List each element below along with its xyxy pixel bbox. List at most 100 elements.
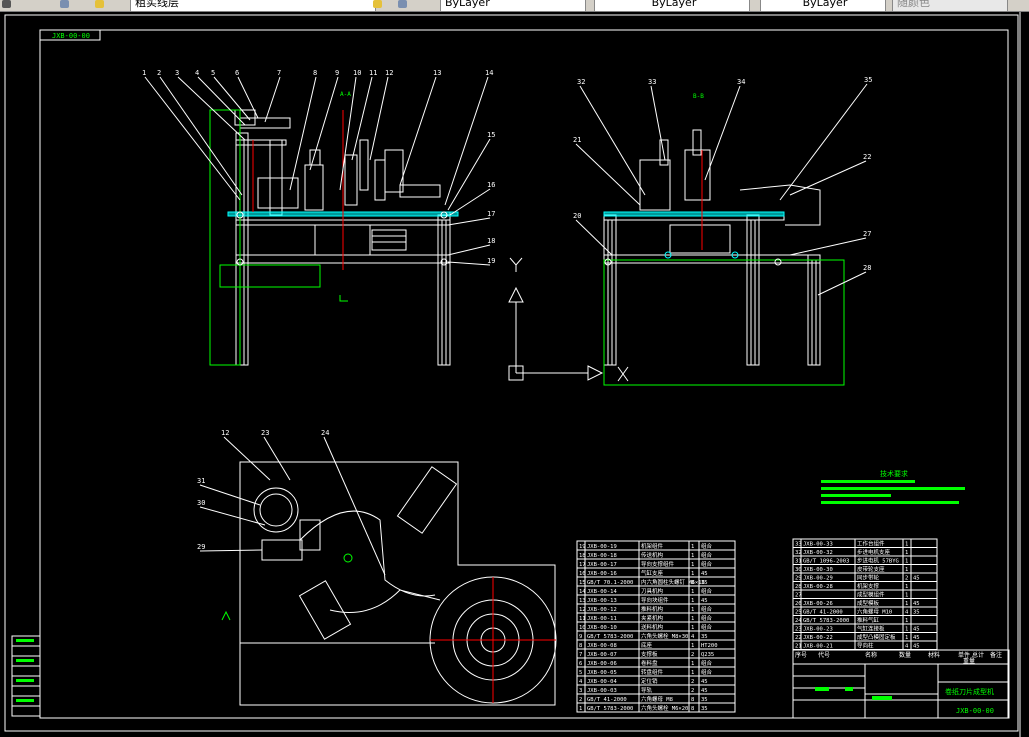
table-cell: 7 (579, 652, 582, 658)
color-select[interactable]: ByLayer (440, 0, 586, 11)
table-cell: 夹紧机构 (641, 614, 664, 622)
table-cell: 1 (905, 635, 908, 641)
table-cell: 45 (913, 601, 920, 607)
balloon-label: 11 (369, 69, 377, 77)
table-cell: 组合 (701, 542, 713, 550)
balloon-label: 7 (277, 69, 281, 77)
table-cell: 13 (579, 598, 586, 604)
table-cell: JXB-00-17 (587, 562, 617, 568)
table-cell: HT200 (701, 643, 718, 649)
table-cell: 31 (795, 559, 802, 565)
table-cell: 1 (579, 706, 582, 712)
leader-line (447, 217, 491, 226)
title-code: JXB-00-00 (956, 707, 994, 715)
table-cell: JXB-00-29 (803, 576, 833, 582)
table-cell: 气缸连接板 (857, 625, 885, 633)
table-cell: JXB-00-12 (587, 607, 617, 613)
table-cell: JXB-00-22 (803, 635, 833, 641)
table-cell: 1 (905, 618, 908, 624)
table-cell: GB/T 5783-2000 (587, 706, 633, 712)
layer-select[interactable]: 粗实线层 (130, 0, 376, 11)
table-cell: JXB-00-28 (803, 584, 833, 590)
top-view-balloons: 12 23 24 31 30 29 (197, 429, 386, 576)
table-cell: 2 (691, 679, 694, 685)
table-cell: 转盘组件 (641, 668, 664, 676)
table-cell: 1 (691, 562, 694, 568)
make-current-layer-icon[interactable] (373, 0, 382, 8)
table-cell: 1 (691, 670, 694, 676)
table-cell: 卷料盘 (641, 659, 658, 667)
leader-line (177, 76, 246, 141)
table-cell: 组合 (701, 560, 713, 568)
layer-manager-icon[interactable] (2, 0, 11, 8)
ucs-icon (508, 257, 629, 382)
balloon-label: 34 (737, 78, 745, 86)
header-name: 名称 (865, 651, 877, 659)
table-cell: 35 (701, 634, 708, 640)
table-cell: 30 (795, 567, 802, 573)
table-cell: 19 (579, 544, 586, 550)
table-cell: 1 (691, 616, 694, 622)
table-cell: JXB-00-14 (587, 589, 617, 595)
header-qty: 数量 (899, 651, 911, 659)
table-cell: 六角头螺栓 M6×20 (641, 704, 688, 712)
table-cell: 六角头螺栓 M8×30 (641, 632, 688, 640)
table-cell: 同步带轮 (857, 574, 880, 582)
table-cell: 32 (795, 550, 802, 556)
table-cell: JXB-00-18 (587, 553, 617, 559)
table-cell: 导向支撑组件 (641, 560, 675, 568)
table-cell: 内六角圆柱头螺钉 M6×16 (641, 578, 705, 586)
balloon-label: 12 (221, 429, 229, 437)
table-cell: 导向块组件 (641, 596, 669, 604)
leader-line (817, 271, 867, 296)
table-cell: 组合 (701, 614, 713, 622)
table-cell: 10 (579, 625, 586, 631)
table-cell: 8 (691, 706, 694, 712)
table-cell: JXB-00-19 (587, 544, 617, 550)
leader-line (444, 76, 489, 206)
lineweight-select[interactable]: ByLayer (760, 0, 886, 11)
leader-line (399, 76, 437, 186)
table-cell: 1 (905, 601, 908, 607)
drawing-canvas[interactable]: JXB-00-00 1 2 3 4 5 6 7 8 9 10 11 12 13 141516171819 … (0, 12, 1029, 737)
table-cell: 45 (913, 576, 920, 582)
leader-line (351, 76, 373, 161)
linetype-select[interactable]: ByLayer (594, 0, 750, 11)
top-view (221, 461, 557, 706)
table-cell: 步进电机支座 (857, 548, 891, 556)
table-cell: 1 (691, 598, 694, 604)
plot-style-select[interactable]: 随颜色 (892, 0, 1008, 11)
table-cell: 28 (795, 584, 802, 590)
table-cell: 35 (701, 580, 708, 586)
table-cell: JXB-00-08 (587, 643, 617, 649)
balloon-label: 8 (313, 69, 317, 77)
leader-line (264, 76, 281, 123)
table-cell: 气缸支座 (641, 569, 664, 577)
table-cell: JXB-00-05 (587, 670, 617, 676)
table-cell: 推料机构 (641, 605, 664, 613)
table-cell: 18 (579, 553, 586, 559)
table-cell: JXB-00-32 (803, 550, 833, 556)
table-cell: 导向柱 (857, 642, 874, 650)
title-block: 卷纸刀片成型机 JXB-00-00 (792, 663, 1010, 719)
leader-line (575, 143, 641, 206)
leader-line (263, 436, 291, 481)
table-cell: 组合 (701, 551, 713, 559)
table-cell: GB/T 41-2000 (587, 697, 627, 703)
table-cell: JXB-00-13 (587, 598, 617, 604)
table-cell: 1 (905, 550, 908, 556)
table-cell: 4 (905, 610, 909, 616)
layer-state-icon[interactable] (60, 0, 69, 8)
layer-previous-icon[interactable] (398, 0, 407, 8)
front-view (209, 109, 459, 366)
layer-sun-icon[interactable] (95, 0, 104, 8)
balloon-label: 31 (197, 477, 205, 485)
table-cell: 支撑板 (641, 650, 658, 658)
table-cell: 成型模组件 (857, 591, 885, 599)
table-cell: 35 (913, 610, 920, 616)
balloon-label: 24 (321, 429, 329, 437)
leader-line (309, 76, 339, 171)
table-cell: 45 (701, 688, 708, 694)
table-cell: 21 (795, 644, 802, 650)
table-cell: 机架组件 (641, 542, 664, 550)
